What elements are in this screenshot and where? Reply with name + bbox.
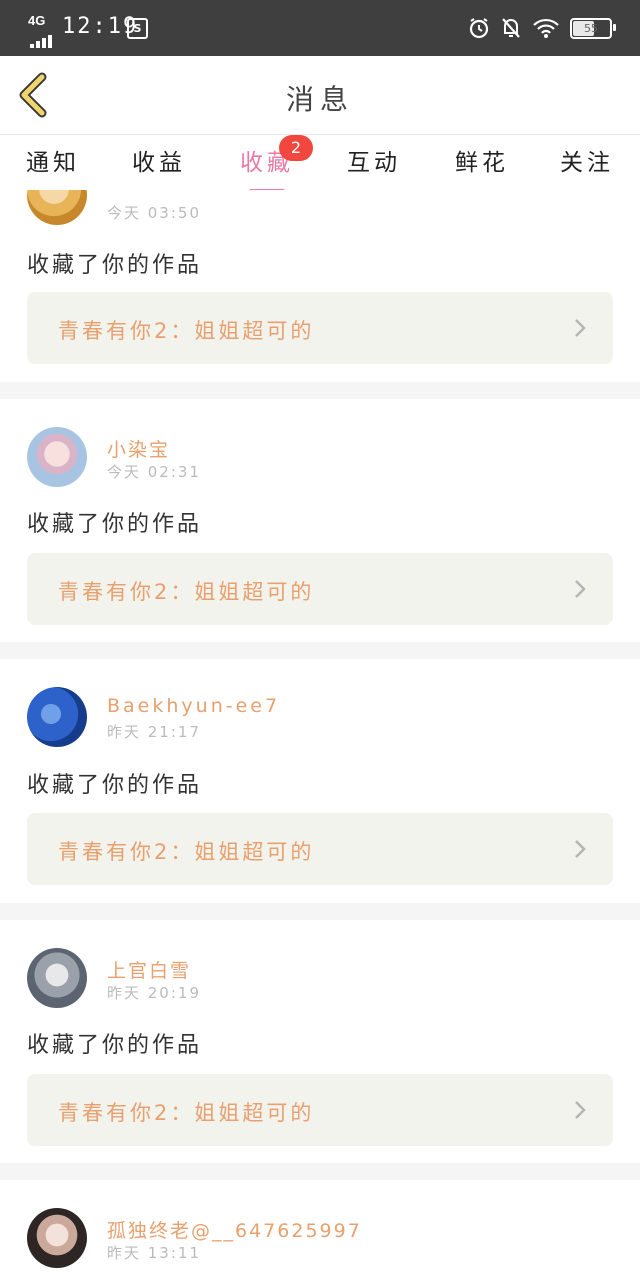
- tab-flowers[interactable]: 鲜花: [442, 143, 522, 177]
- unread-badge: 2: [279, 135, 313, 161]
- nav-bar: 消息: [0, 56, 640, 135]
- network-type: 4G: [28, 13, 46, 28]
- username[interactable]: Baekhyun-ee7: [107, 695, 280, 717]
- card-divider: [0, 642, 640, 659]
- tab-bar: 通知 收益 收藏 2 互动 鲜花 关注: [0, 135, 640, 193]
- username[interactable]: 上官白雪: [107, 956, 191, 983]
- alarm-icon: [469, 18, 489, 39]
- card-divider: [0, 1163, 640, 1180]
- avatar[interactable]: [27, 948, 87, 1008]
- tab-label: 通知: [26, 150, 80, 176]
- action-text: 收藏了你的作品: [27, 253, 203, 278]
- work-title: 青春有你2：姐姐超可的: [58, 580, 315, 604]
- tab-interactions[interactable]: 互动: [334, 143, 414, 177]
- timestamp: 昨天 13:11: [107, 1244, 201, 1262]
- tab-label: 收益: [132, 150, 186, 176]
- tab-earnings[interactable]: 收益: [119, 143, 199, 177]
- action-text: 收藏了你的作品: [27, 773, 203, 798]
- card-divider: [0, 382, 640, 399]
- avatar[interactable]: [27, 427, 87, 487]
- notification-card: 今天 03:50 收藏了你的作品 青春有你2：姐姐超可的: [0, 190, 640, 382]
- timestamp: 今天 02:31: [107, 463, 201, 481]
- sim-icon: S: [127, 18, 148, 39]
- tab-label: 鲜花: [455, 150, 509, 176]
- chevron-right-icon: [575, 319, 586, 337]
- status-bar: 4G 12:19 S 55: [0, 0, 640, 56]
- notification-card: Baekhyun-ee7 昨天 21:17 收藏了你的作品 青春有你2：姐姐超可…: [0, 659, 640, 903]
- work-link[interactable]: 青春有你2：姐姐超可的: [27, 553, 613, 625]
- username[interactable]: 孤独终老@__647625997: [107, 1216, 362, 1243]
- chevron-right-icon: [575, 1101, 586, 1119]
- tab-label: 关注: [560, 150, 614, 176]
- page-title: 消息: [285, 83, 354, 116]
- work-title: 青春有你2：姐姐超可的: [58, 319, 315, 343]
- chevron-right-icon: [575, 840, 586, 858]
- notification-card: 上官白雪 昨天 20:19 收藏了你的作品 青春有你2：姐姐超可的: [0, 920, 640, 1163]
- notification-list[interactable]: 今天 03:50 收藏了你的作品 青春有你2：姐姐超可的 小染宝 今天 02:3…: [0, 190, 640, 1276]
- timestamp: 今天 03:50: [107, 204, 201, 222]
- notification-card: 小染宝 今天 02:31 收藏了你的作品 青春有你2：姐姐超可的: [0, 399, 640, 642]
- wifi-icon: [533, 18, 559, 38]
- avatar[interactable]: [27, 190, 87, 225]
- username[interactable]: 小染宝: [107, 435, 170, 462]
- chevron-right-icon: [575, 580, 586, 598]
- tab-following[interactable]: 关注: [547, 143, 627, 177]
- timestamp: 昨天 20:19: [107, 984, 201, 1002]
- work-link[interactable]: 青春有你2：姐姐超可的: [27, 292, 613, 364]
- tab-label: 互动: [347, 150, 401, 176]
- action-text: 收藏了你的作品: [27, 512, 203, 537]
- card-divider: [0, 903, 640, 920]
- signal-icon: 4G: [28, 13, 56, 48]
- work-title: 青春有你2：姐姐超可的: [58, 840, 315, 864]
- tab-notice[interactable]: 通知: [13, 143, 93, 177]
- bell-off-icon: [502, 18, 520, 38]
- avatar[interactable]: [27, 687, 87, 747]
- timestamp: 昨天 21:17: [107, 723, 201, 741]
- tab-favorites[interactable]: 收藏 2: [227, 135, 313, 193]
- notification-card: 孤独终老@__647625997 昨天 13:11: [0, 1180, 640, 1276]
- work-link[interactable]: 青春有你2：姐姐超可的: [27, 1074, 613, 1146]
- action-text: 收藏了你的作品: [27, 1033, 203, 1058]
- battery-icon: 55: [570, 17, 616, 39]
- avatar[interactable]: [27, 1208, 87, 1268]
- work-title: 青春有你2：姐姐超可的: [58, 1101, 315, 1125]
- work-link[interactable]: 青春有你2：姐姐超可的: [27, 813, 613, 885]
- battery-percent: 55: [584, 21, 598, 35]
